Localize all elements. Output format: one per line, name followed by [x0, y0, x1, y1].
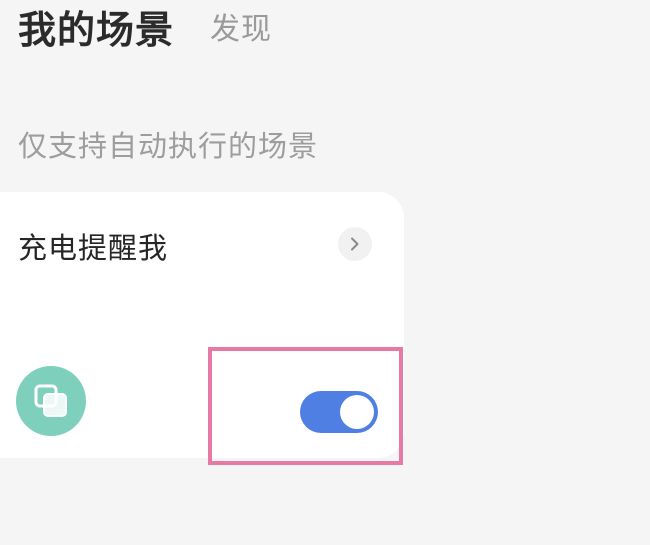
scene-detail-button[interactable]: [338, 227, 372, 261]
tab-my-scenes[interactable]: 我的场景: [18, 8, 174, 52]
chevron-right-icon: [351, 237, 359, 251]
copy-icon: [34, 384, 67, 417]
tab-discover[interactable]: 发现: [210, 8, 272, 52]
scene-title[interactable]: 充电提醒我: [18, 228, 168, 268]
scene-icon: [16, 366, 86, 436]
section-label: 仅支持自动执行的场景: [18, 129, 319, 163]
top-tabs: 我的场景 发现: [18, 0, 272, 52]
highlight-box: [208, 347, 403, 465]
